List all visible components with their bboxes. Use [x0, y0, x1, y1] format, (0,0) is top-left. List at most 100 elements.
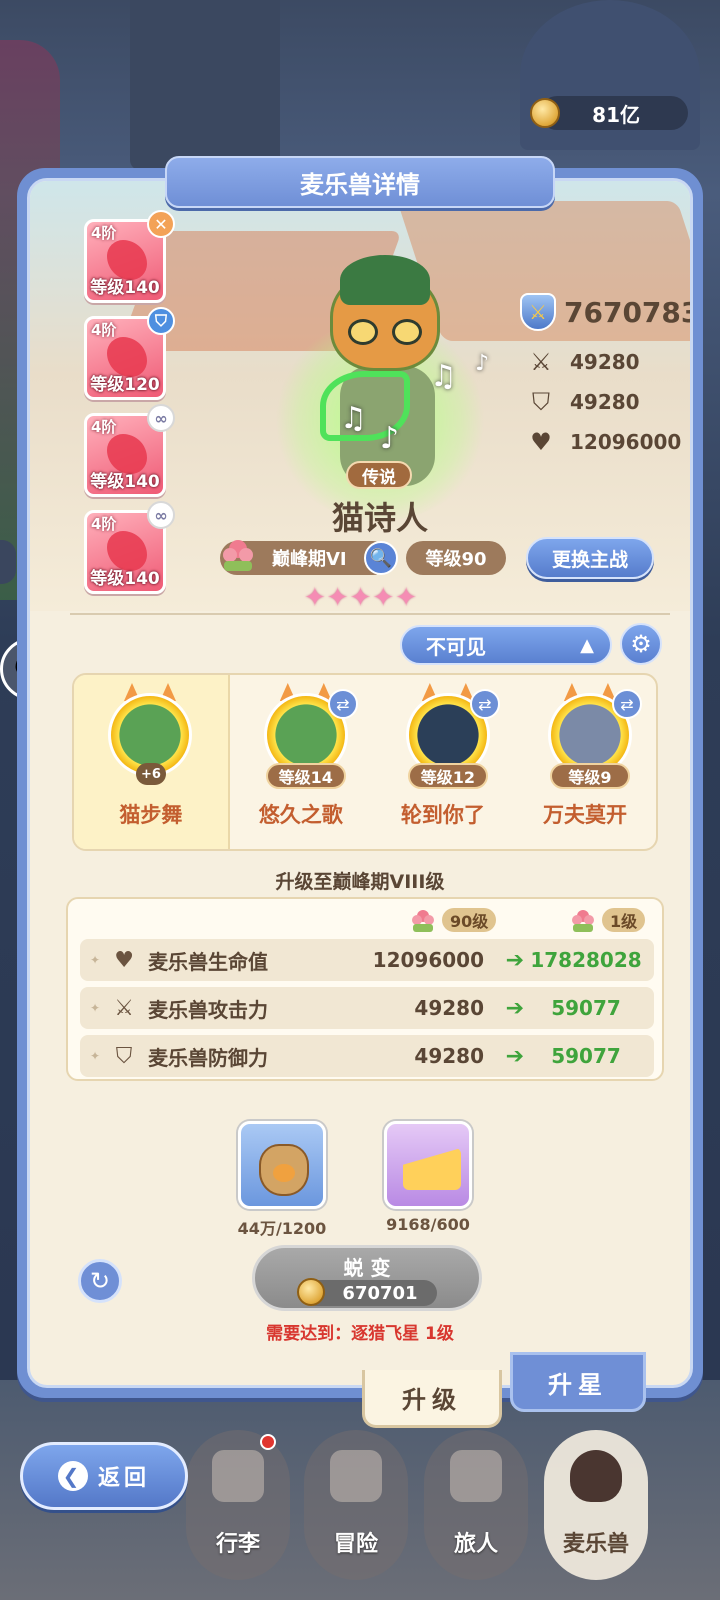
swap-icon[interactable]: ⇄ [469, 689, 500, 719]
gold-currency-display[interactable]: 81亿 [530, 96, 688, 130]
nav-label: 行李 [215, 1532, 260, 1557]
hero-hat [340, 255, 430, 305]
equipped-card-2[interactable]: 4阶 等级120 ⛉ [84, 307, 175, 400]
skill-name: 猫步舞 [119, 803, 183, 827]
skill-slot-4[interactable]: ⇄ 等级9 万夫莫开 [514, 675, 656, 849]
evolve-cost: 670701 [297, 1278, 437, 1306]
next-value: 59077 [551, 1044, 621, 1068]
star-rating: ✦ ✦ ✦ ✦ ✦ [304, 583, 417, 613]
shield-icon: ⛉ [115, 1043, 133, 1069]
row-label: 麦乐兽生命值 [148, 949, 269, 974]
nav-label: 麦乐兽 [562, 1532, 629, 1557]
cat-head-icon [570, 1450, 622, 1502]
arrow-right-icon: ➔ [505, 947, 524, 973]
gear-icon[interactable]: ⚙ [620, 623, 662, 665]
card-level: 等级140 [90, 569, 160, 589]
hero-name: 猫诗人 [331, 499, 428, 537]
link-icon: ∞ [147, 501, 175, 529]
current-value: 49280 [414, 1044, 484, 1068]
rarity-badge: 传说 [346, 461, 412, 489]
material-slot-food[interactable] [238, 1121, 326, 1209]
star-icon: ✦ [326, 583, 349, 613]
skill-slot-2[interactable]: ⇄ 等级14 悠久之歌 [230, 675, 372, 849]
equipped-card-1[interactable]: 4阶 等级140 ✕ [84, 210, 175, 303]
skill-level: 等级12 [407, 763, 488, 789]
compare-row-defense: ✦ ⛉ 麦乐兽防御力 49280 ➔ 59077 [80, 1035, 654, 1077]
star-icon: ✦ [349, 583, 372, 613]
power-shield-icon: ⚔ [520, 293, 556, 331]
background-tower [130, 0, 280, 170]
skill-name: 悠久之歌 [258, 803, 343, 827]
skill-slot-1[interactable]: +6 猫步舞 [74, 675, 230, 849]
nav-item-luggage[interactable]: 行李 [186, 1430, 290, 1580]
music-note-icon: ♫ [340, 401, 367, 436]
back-button[interactable]: ❮ 返回 [20, 1442, 188, 1510]
back-arrow-icon: ❮ [57, 1461, 88, 1491]
skill-level: 等级9 [549, 763, 630, 789]
back-label: 返回 [97, 1466, 150, 1491]
tab-upgrade[interactable]: 升级 [362, 1370, 502, 1428]
magnifier-icon[interactable]: 🔍 [364, 541, 398, 575]
refresh-icon[interactable]: ↻ [78, 1259, 122, 1303]
evolve-button[interactable]: 蜕 变 670701 [252, 1245, 482, 1311]
next-stage-header: 1级 [568, 905, 646, 935]
skill-slot-3[interactable]: ⇄ 等级12 轮到你了 [372, 675, 514, 849]
luggage-icon [212, 1450, 264, 1502]
card-tier: 4阶 [91, 321, 117, 339]
material-slot-cheese[interactable] [384, 1121, 472, 1209]
attack-value: 49280 [570, 350, 640, 374]
nav-item-adventure[interactable]: 冒险 [304, 1430, 408, 1580]
visibility-selected: 不可见 [426, 634, 486, 659]
material-count: 9168/600 [386, 1215, 470, 1234]
traveler-icon [450, 1450, 502, 1502]
compare-row-attack: ✦ ⚔ 麦乐兽攻击力 49280 ➔ 59077 [80, 987, 654, 1029]
equipped-card-3[interactable]: 4阶 等级140 ∞ [84, 404, 175, 497]
upgrade-compare-table: 90级 1级 ✦ ♥ 麦乐兽生命值 12096000 ➔ 17828028 ✦ … [66, 897, 664, 1081]
nav-item-pets[interactable]: 麦乐兽 [544, 1430, 648, 1580]
chevron-up-icon: ▲ [580, 635, 594, 656]
visibility-dropdown[interactable]: 不可见 ▲ [400, 625, 612, 665]
arrow-right-icon: ➔ [505, 995, 524, 1021]
bullet: ✦ [90, 1001, 101, 1015]
panel-title: 麦乐兽详情 [165, 156, 555, 208]
evolve-cost-value: 670701 [342, 1282, 418, 1304]
peak-stage-label: 巅峰期VI [272, 549, 347, 570]
change-main-pet-button[interactable]: 更换主战 [526, 537, 654, 579]
gold-amount: 81亿 [592, 102, 640, 127]
gold-coin-icon [530, 98, 560, 128]
stat-attack: ⚔ 49280 [526, 347, 640, 377]
heart-icon: ♥ [530, 428, 552, 456]
current-stage-header: 90级 [408, 905, 497, 935]
skills-row: +6 猫步舞 ⇄ 等级14 悠久之歌 ⇄ 等级12 轮到你了 ⇄ 等级9 万夫莫… [72, 673, 658, 851]
bullet: ✦ [90, 1049, 101, 1063]
music-note-icon: ♪ [380, 421, 400, 456]
bullet: ✦ [90, 953, 101, 967]
card-level: 等级140 [90, 472, 160, 492]
next-value: 17828028 [530, 948, 642, 972]
next-level-tag: 1级 [602, 908, 646, 932]
tab-star-up[interactable]: 升星 [510, 1352, 646, 1412]
peak-flower-icon [572, 910, 594, 932]
stat-hp: ♥ 12096000 [526, 427, 681, 457]
skill-level: 等级14 [265, 763, 346, 789]
power-value: 7670783 [564, 295, 693, 329]
crossed-swords-icon: ⚔ [114, 995, 134, 1021]
defense-value: 49280 [570, 390, 640, 414]
arrow-right-icon: ➔ [505, 1043, 524, 1069]
crossed-swords-icon: ✕ [147, 210, 175, 238]
equipped-card-4[interactable]: 4阶 等级140 ∞ [84, 501, 175, 594]
skill-name: 万夫莫开 [542, 803, 627, 827]
swap-icon[interactable]: ⇄ [611, 689, 642, 719]
side-drawer-handle[interactable] [0, 540, 16, 584]
compare-row-hp: ✦ ♥ 麦乐兽生命值 12096000 ➔ 17828028 [80, 939, 654, 981]
material-count: 44万/1200 [237, 1219, 327, 1238]
card-level: 等级120 [90, 375, 160, 395]
peak-stage-badge: 巅峰期VI 🔍 [220, 540, 398, 575]
current-value: 49280 [414, 996, 484, 1020]
card-tier: 4阶 [91, 224, 117, 242]
card-tier: 4阶 [91, 515, 117, 533]
swap-icon[interactable]: ⇄ [327, 689, 358, 719]
nav-label: 冒险 [333, 1532, 378, 1557]
nav-item-traveler[interactable]: 旅人 [424, 1430, 528, 1580]
gold-coin-icon [297, 1278, 325, 1306]
